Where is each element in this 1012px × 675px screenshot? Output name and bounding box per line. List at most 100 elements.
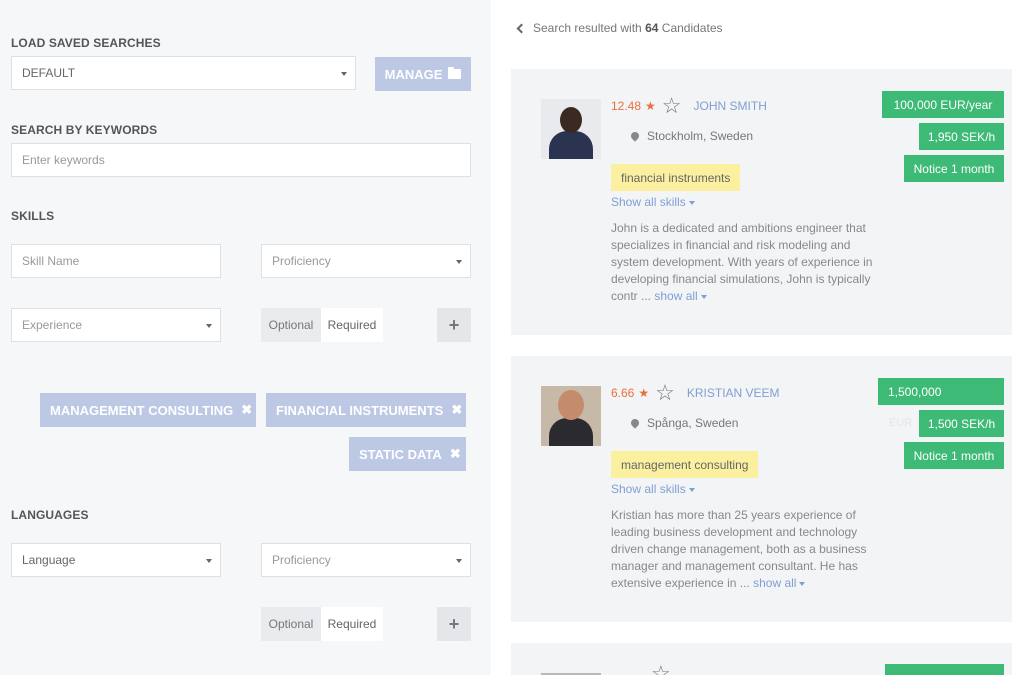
show-all-skills-link[interactable]: Show all skills bbox=[611, 195, 695, 209]
salary-badge bbox=[885, 664, 1004, 675]
skill-tag-management-consulting: MANAGEMENT CONSULTING ✖ bbox=[40, 393, 256, 427]
show-all-skills-label: Show all skills bbox=[611, 195, 686, 209]
show-all-label: show all bbox=[654, 289, 698, 303]
caret-down-icon bbox=[799, 581, 806, 586]
skills-title: SKILLS bbox=[11, 209, 55, 223]
saved-search-value: DEFAULT bbox=[22, 66, 76, 80]
candidate-header: 12.48 ★ ☆ JOHN SMITH bbox=[611, 95, 767, 117]
chevron-down-icon bbox=[456, 559, 462, 563]
star-icon: ★ bbox=[638, 386, 650, 400]
candidate-score: 6.66 bbox=[611, 386, 635, 400]
candidate-score: 12.48 bbox=[611, 99, 642, 113]
candidate-description: Kristian has more than 25 years experien… bbox=[611, 507, 881, 592]
caret-down-icon bbox=[688, 200, 695, 205]
candidate-description-text: John is a dedicated and ambitions engine… bbox=[611, 221, 873, 303]
skill-tag-label: STATIC DATA bbox=[359, 446, 442, 462]
map-pin-icon bbox=[629, 130, 641, 142]
star-icon: ★ bbox=[645, 99, 656, 113]
candidate-card: ☆ bbox=[511, 643, 1012, 675]
chevron-down-icon bbox=[341, 72, 347, 76]
salary-badge: 100,000 EUR/year bbox=[882, 91, 1004, 118]
skill-experience-select[interactable]: Experience bbox=[11, 308, 221, 342]
language-proficiency-placeholder: Proficiency bbox=[272, 553, 331, 567]
favorite-star-icon[interactable]: ☆ bbox=[655, 382, 675, 404]
candidate-skill-tag: management consulting bbox=[611, 451, 759, 478]
candidate-header: 6.66 ★ ☆ KRISTIAN VEEM bbox=[611, 382, 780, 404]
show-all-link[interactable]: show all bbox=[654, 289, 707, 303]
skill-experience-placeholder: Experience bbox=[22, 318, 83, 332]
results-summary-prefix: Search resulted with bbox=[533, 21, 642, 35]
salary-badge: 1,500,000 bbox=[878, 378, 1004, 405]
show-all-link[interactable]: show all bbox=[753, 576, 806, 590]
show-all-skills-label: Show all skills bbox=[611, 482, 686, 496]
caret-down-icon bbox=[688, 487, 695, 492]
results-count: 64 bbox=[645, 21, 659, 35]
rate-badge: 1,500 SEK/h bbox=[919, 410, 1004, 437]
skill-tag-label: MANAGEMENT CONSULTING bbox=[50, 402, 234, 418]
manage-button[interactable]: MANAGE bbox=[375, 57, 471, 91]
keywords-input[interactable]: Enter keywords bbox=[11, 143, 471, 177]
candidate-description-text: Kristian has more than 25 years experien… bbox=[611, 508, 867, 590]
filter-panel: LOAD SAVED SEARCHES DEFAULT MANAGE SEARC… bbox=[0, 0, 491, 675]
candidate-card: 12.48 ★ ☆ JOHN SMITH Stockholm, Sweden f… bbox=[511, 69, 1012, 335]
keywords-title: SEARCH BY KEYWORDS bbox=[11, 123, 158, 137]
add-language-button[interactable]: + bbox=[437, 607, 471, 641]
results-summary-suffix: Candidates bbox=[661, 21, 723, 35]
rate-badge: 1,950 SEK/h bbox=[919, 123, 1004, 150]
show-all-skills-link[interactable]: Show all skills bbox=[611, 482, 695, 496]
candidate-description: John is a dedicated and ambitions engine… bbox=[611, 220, 881, 305]
candidate-card: 6.66 ★ ☆ KRISTIAN VEEM Spånga, Sweden ma… bbox=[511, 356, 1012, 622]
folder-icon bbox=[448, 67, 462, 79]
map-pin-icon bbox=[629, 417, 641, 429]
results-summary: Search resulted with 64 Candidates bbox=[533, 21, 723, 35]
candidate-location-text: Stockholm, Sweden bbox=[647, 129, 754, 143]
avatar bbox=[541, 99, 601, 159]
language-placeholder: Language bbox=[22, 553, 76, 567]
plus-icon: + bbox=[448, 613, 460, 634]
chevron-down-icon bbox=[456, 260, 462, 264]
keywords-placeholder: Enter keywords bbox=[22, 153, 105, 167]
chevron-left-icon bbox=[516, 23, 527, 33]
skill-requirement-toggle: Optional Required bbox=[261, 308, 383, 342]
skill-name-placeholder: Skill Name bbox=[22, 254, 80, 268]
saved-searches-title: LOAD SAVED SEARCHES bbox=[11, 36, 161, 50]
manage-label: MANAGE bbox=[384, 66, 443, 82]
language-optional-option[interactable]: Optional bbox=[261, 607, 321, 641]
skill-name-input[interactable]: Skill Name bbox=[11, 244, 221, 278]
candidate-skill-tag: financial instruments bbox=[611, 164, 741, 191]
show-all-label: show all bbox=[753, 576, 797, 590]
add-skill-button[interactable]: + bbox=[437, 308, 471, 342]
saved-search-select[interactable]: DEFAULT bbox=[11, 56, 356, 90]
candidate-name[interactable]: KRISTIAN VEEM bbox=[687, 386, 780, 400]
candidate-name[interactable]: JOHN SMITH bbox=[694, 99, 767, 113]
favorite-star-icon[interactable]: ☆ bbox=[662, 95, 682, 117]
candidate-location-text: Spånga, Sweden bbox=[647, 416, 739, 430]
notice-badge: Notice 1 month bbox=[904, 442, 1004, 469]
skill-tag-static-data: STATIC DATA ✖ bbox=[349, 437, 466, 471]
languages-title: LANGUAGES bbox=[11, 508, 89, 522]
candidate-header: ☆ bbox=[611, 663, 671, 675]
skill-proficiency-select[interactable]: Proficiency bbox=[261, 244, 471, 278]
language-proficiency-select[interactable]: Proficiency bbox=[261, 543, 471, 577]
skill-tag-label: FINANCIAL INSTRUMENTS bbox=[276, 402, 444, 418]
candidate-location: Stockholm, Sweden bbox=[629, 129, 754, 143]
caret-down-icon bbox=[700, 294, 707, 299]
remove-icon[interactable]: ✖ bbox=[241, 402, 252, 418]
skill-tag-financial-instruments: FINANCIAL INSTRUMENTS ✖ bbox=[266, 393, 466, 427]
skill-proficiency-placeholder: Proficiency bbox=[272, 254, 331, 268]
notice-badge: Notice 1 month bbox=[904, 155, 1004, 182]
plus-icon: + bbox=[448, 314, 460, 335]
remove-icon[interactable]: ✖ bbox=[450, 446, 461, 462]
chevron-down-icon bbox=[206, 559, 212, 563]
back-to-search-link[interactable]: Search resulted with 64 Candidates bbox=[516, 21, 723, 35]
candidate-location: Spånga, Sweden bbox=[629, 416, 739, 430]
language-select[interactable]: Language bbox=[11, 543, 221, 577]
language-required-option[interactable]: Required bbox=[321, 607, 383, 641]
faint-currency: EUR bbox=[889, 417, 913, 429]
remove-icon[interactable]: ✖ bbox=[451, 402, 462, 418]
language-requirement-toggle: Optional Required bbox=[261, 607, 383, 641]
skill-required-option[interactable]: Required bbox=[321, 308, 383, 342]
skill-optional-option[interactable]: Optional bbox=[261, 308, 321, 342]
chevron-down-icon bbox=[206, 324, 212, 328]
favorite-star-icon[interactable]: ☆ bbox=[651, 663, 671, 675]
